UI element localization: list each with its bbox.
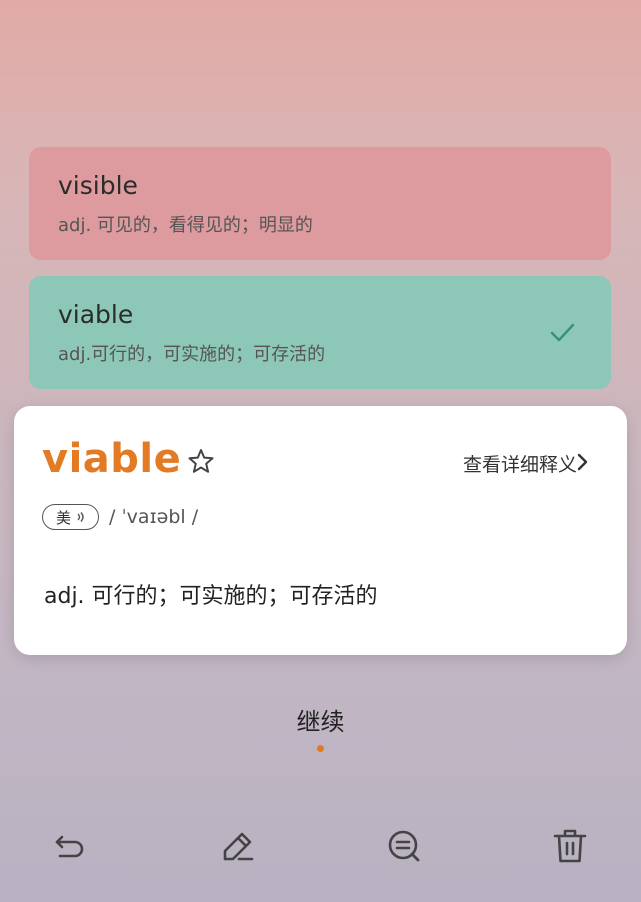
continue-button[interactable]: 继续 bbox=[0, 702, 641, 737]
undo-button[interactable] bbox=[50, 826, 90, 866]
option-word: viable bbox=[58, 300, 134, 329]
trash-icon bbox=[553, 829, 587, 863]
search-comment-icon bbox=[388, 830, 420, 862]
option-card-viable[interactable]: viable adj.可行的，可实施的；可存活的 bbox=[29, 276, 611, 389]
delete-button[interactable] bbox=[550, 826, 590, 866]
progress-dot bbox=[317, 745, 324, 752]
pronunciation-row: 美 / ˈvaɪəbl / bbox=[42, 502, 198, 532]
option-card-visible[interactable]: visible adj. 可见的，看得见的；明显的 bbox=[29, 147, 611, 260]
detail-word: viable bbox=[42, 436, 182, 482]
search-comment-button[interactable] bbox=[384, 826, 424, 866]
word-detail-card: viable 查看详细释义 美 / ˈvaɪəbl / adj. 可行的；可实施… bbox=[14, 406, 627, 655]
chevron-right-icon[interactable] bbox=[575, 451, 591, 473]
view-details-link[interactable]: 查看详细释义 bbox=[463, 450, 577, 477]
option-word: visible bbox=[58, 171, 138, 200]
pronounce-button[interactable]: 美 bbox=[42, 504, 100, 530]
option-definition: adj. 可见的，看得见的；明显的 bbox=[58, 215, 313, 236]
option-definition: adj.可行的，可实施的；可存活的 bbox=[58, 344, 326, 365]
detail-meaning: adj. 可行的；可实施的；可存活的 bbox=[44, 584, 378, 609]
check-icon bbox=[550, 323, 575, 342]
undo-icon bbox=[55, 835, 84, 858]
region-label: 美 bbox=[56, 508, 72, 527]
phonetic-text: / ˈvaɪəbl / bbox=[109, 506, 199, 528]
edit-button[interactable] bbox=[218, 826, 258, 866]
edit-icon bbox=[223, 832, 254, 861]
speaker-icon bbox=[77, 512, 84, 522]
star-icon[interactable] bbox=[187, 447, 215, 475]
